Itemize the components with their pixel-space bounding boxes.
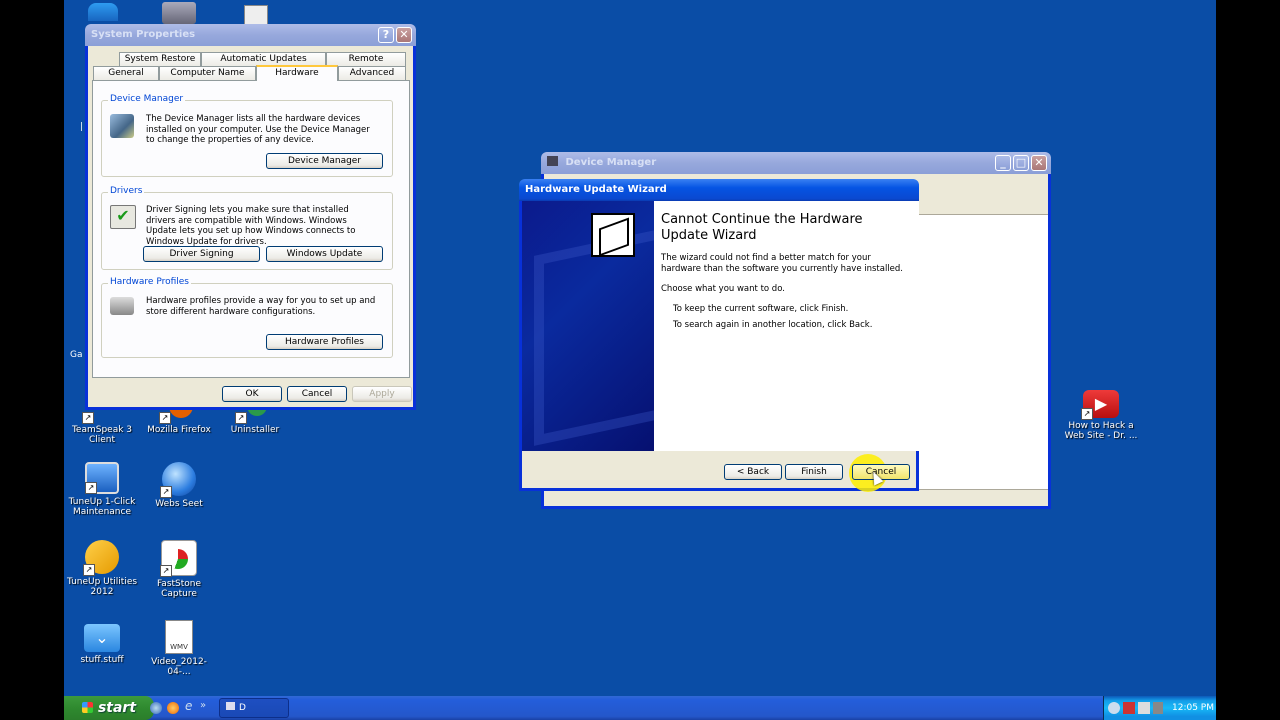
wizard-text-1: The wizard could not find a better match… [661, 253, 904, 274]
clock[interactable]: 12:05 PM [1172, 696, 1214, 720]
close-icon[interactable]: ✕ [1031, 155, 1047, 171]
desktop-icon-video[interactable]: WMV Video_2012-04-... [141, 620, 217, 677]
group-hardware-profiles: Hardware Profiles Hardware profiles prov… [101, 277, 393, 358]
hardware-profiles-button[interactable]: Hardware Profiles [266, 334, 383, 350]
device-manager-titlebar[interactable]: Device Manager _ □ ✕ [541, 152, 1051, 174]
desktop-icon-tuneup-maintenance[interactable]: ↗ TuneUp 1-Click Maintenance [64, 462, 140, 517]
right-letterbox [1216, 0, 1280, 720]
apply-button[interactable]: Apply [352, 386, 412, 402]
quicklaunch-more-icon[interactable]: » [200, 700, 206, 711]
faststone-icon: ↗ [160, 540, 197, 577]
window-title: Device Manager [565, 157, 657, 168]
desktop-icon-youtube[interactable]: ▶ ↗ How to Hack a Web Site - Dr. ... [1061, 390, 1141, 441]
tuneup-maintenance-icon: ↗ [85, 462, 119, 494]
partial-desktop-label: Ga [70, 350, 83, 360]
system-properties-titlebar[interactable]: System Properties ? ✕ [85, 24, 416, 46]
wizard-titlebar[interactable]: Hardware Update Wizard [519, 179, 919, 201]
system-tray: 12:05 PM [1103, 696, 1216, 720]
group-title: Hardware Profiles [108, 277, 191, 287]
window-title: System Properties [91, 29, 196, 40]
group-title: Device Manager [108, 94, 186, 104]
tab-label: System Restore [124, 54, 196, 64]
driver-check-icon: ✔ [110, 205, 136, 229]
tab-computer-name[interactable]: Computer Name [159, 66, 256, 80]
hardware-update-wizard: Hardware Update Wizard Cannot Continue t… [519, 179, 919, 492]
desktop-icon-webs-seet[interactable]: ↗ Webs Seet [141, 462, 217, 509]
quicklaunch-ie-icon[interactable] [150, 702, 162, 714]
hardware-box-icon-shape [599, 217, 629, 257]
hardware-profiles-icon [110, 297, 134, 315]
taskbar-task-device-manager[interactable]: D [219, 698, 289, 718]
wizard-content: Cannot Continue the Hardware Update Wiza… [591, 201, 919, 451]
close-icon[interactable]: ✕ [396, 27, 412, 43]
task-label: D [239, 703, 246, 713]
hardware-box-icon [591, 213, 635, 257]
help-icon[interactable]: ? [378, 27, 394, 43]
banner-watermark [534, 226, 654, 446]
tray-network-icon[interactable] [1108, 702, 1120, 714]
tuneup-utilities-icon: ↗ [83, 540, 119, 576]
tab-label: General [108, 68, 144, 78]
partial-icon-1[interactable] [88, 3, 118, 21]
cancel-button[interactable]: Cancel [287, 386, 347, 402]
tab-system-restore[interactable]: System Restore [119, 52, 201, 66]
minimize-icon[interactable]: _ [995, 155, 1011, 171]
desktop-icon-faststone[interactable]: ↗ FastStone Capture [141, 540, 217, 599]
globe-icon: ↗ [160, 462, 196, 498]
wizard-heading: Cannot Continue the Hardware Update Wiza… [661, 212, 863, 243]
device-manager-statusbar [544, 489, 1048, 506]
start-button[interactable]: start [64, 696, 154, 720]
wizard-text-2: Choose what you want to do. [661, 284, 785, 294]
window-title: Hardware Update Wizard [525, 184, 667, 195]
quicklaunch-firefox-icon[interactable] [167, 702, 179, 714]
wizard-option-finish: To keep the current software, click Fini… [673, 304, 849, 314]
wmv-file-icon: WMV [165, 620, 193, 654]
tab-page-hardware: Device Manager The Device Manager lists … [92, 80, 410, 378]
tab-label: Computer Name [170, 68, 245, 78]
tab-general[interactable]: General [93, 66, 159, 80]
computer-icon [547, 156, 558, 166]
desktop-icon-stuff[interactable]: ⌄ stuff.stuff [64, 624, 140, 665]
tray-speaker-icon[interactable] [1138, 702, 1150, 714]
finish-button[interactable]: Finish [785, 464, 843, 480]
tab-label: Automatic Updates [220, 54, 307, 64]
tab-label: Remote [348, 54, 384, 64]
device-manager-description: The Device Manager lists all the hardwar… [146, 114, 370, 145]
device-manager-button[interactable]: Device Manager [266, 153, 383, 169]
tab-label: Hardware [275, 68, 319, 78]
windows-logo-icon [81, 702, 93, 713]
group-title: Drivers [108, 186, 145, 196]
group-drivers: Drivers ✔ Driver Signing lets you make s… [101, 186, 393, 270]
system-properties-window: System Properties ? ✕ System Restore Aut… [85, 24, 416, 410]
tab-advanced[interactable]: Advanced [338, 66, 406, 80]
hardware-profiles-description: Hardware profiles provide a way for you … [146, 296, 376, 317]
tab-remote[interactable]: Remote [326, 52, 406, 66]
desktop: Ga | ↗ TeamSpeak 3 Client ↗ Mozilla Fire… [64, 0, 1216, 720]
tray-monitor-icon[interactable] [1153, 702, 1163, 714]
driver-signing-button[interactable]: Driver Signing [143, 246, 260, 262]
maximize-icon[interactable]: □ [1013, 155, 1029, 171]
tab-hardware[interactable]: Hardware [256, 65, 338, 81]
tab-automatic-updates[interactable]: Automatic Updates [201, 52, 326, 66]
back-button[interactable]: < Back [724, 464, 782, 480]
desktop-icon-tuneup-utilities[interactable]: ↗ TuneUp Utilities 2012 [64, 540, 140, 597]
start-label: start [97, 700, 137, 716]
left-letterbox [0, 0, 64, 720]
tab-label: Advanced [349, 68, 395, 78]
wizard-option-back: To search again in another location, cli… [673, 320, 873, 330]
ok-button[interactable]: OK [222, 386, 282, 402]
taskbar: start e » D 12:05 PM [64, 696, 1216, 720]
youtube-icon: ▶ ↗ [1081, 390, 1119, 420]
group-device-manager: Device Manager The Device Manager lists … [101, 94, 393, 177]
tray-app-icon[interactable] [1123, 702, 1135, 714]
quicklaunch-ie-e-icon[interactable]: e [185, 699, 192, 713]
partial-icon-2[interactable] [162, 2, 196, 24]
computer-icon [226, 702, 235, 710]
windows-update-button[interactable]: Windows Update [266, 246, 383, 262]
partial-desktop-glyph: | [80, 122, 84, 132]
device-manager-icon [110, 114, 134, 138]
drivers-description: Driver Signing lets you make sure that i… [146, 205, 356, 247]
folder-download-icon: ⌄ [84, 624, 120, 652]
